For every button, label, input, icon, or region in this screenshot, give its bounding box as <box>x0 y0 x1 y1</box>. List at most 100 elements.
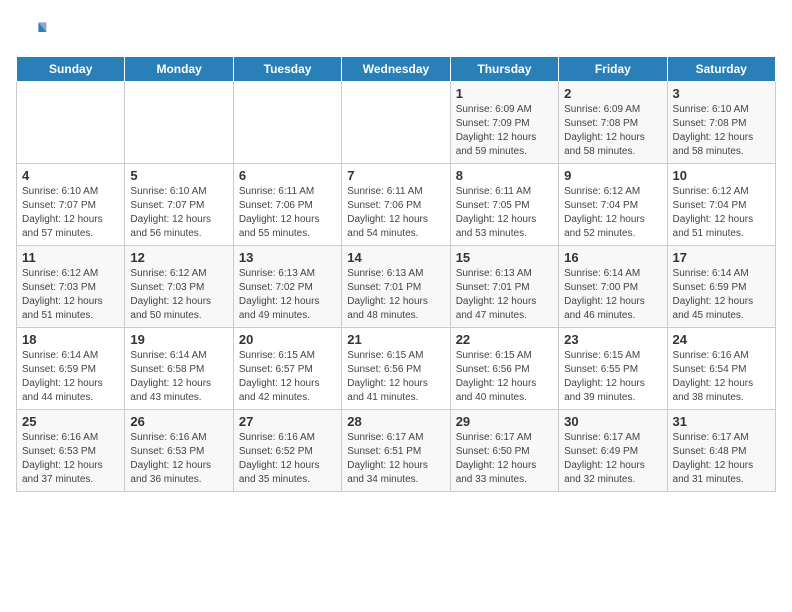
day-info: Sunrise: 6:12 AM Sunset: 7:03 PM Dayligh… <box>22 267 119 323</box>
calendar-cell: 11 Sunrise: 6:12 AM Sunset: 7:03 PM Dayli… <box>17 246 125 328</box>
calendar-cell <box>342 82 450 164</box>
day-number: 21 <box>347 332 444 347</box>
calendar-table: SundayMondayTuesdayWednesdayThursdayFrid… <box>16 56 776 492</box>
week-row-0: 1 Sunrise: 6:09 AM Sunset: 7:09 PM Daylig… <box>17 82 776 164</box>
day-number: 23 <box>564 332 661 347</box>
calendar-cell: 2 Sunrise: 6:09 AM Sunset: 7:08 PM Daylig… <box>559 82 667 164</box>
header-saturday: Saturday <box>667 57 775 82</box>
calendar-cell: 9 Sunrise: 6:12 AM Sunset: 7:04 PM Daylig… <box>559 164 667 246</box>
day-number: 10 <box>673 168 770 183</box>
day-number: 1 <box>456 86 553 101</box>
header-sunday: Sunday <box>17 57 125 82</box>
calendar-cell: 4 Sunrise: 6:10 AM Sunset: 7:07 PM Daylig… <box>17 164 125 246</box>
day-info: Sunrise: 6:12 AM Sunset: 7:04 PM Dayligh… <box>673 185 770 241</box>
header-thursday: Thursday <box>450 57 558 82</box>
calendar-cell: 7 Sunrise: 6:11 AM Sunset: 7:06 PM Daylig… <box>342 164 450 246</box>
header-monday: Monday <box>125 57 233 82</box>
day-number: 24 <box>673 332 770 347</box>
calendar-cell: 14 Sunrise: 6:13 AM Sunset: 7:01 PM Dayli… <box>342 246 450 328</box>
day-info: Sunrise: 6:17 AM Sunset: 6:48 PM Dayligh… <box>673 431 770 487</box>
header-tuesday: Tuesday <box>233 57 341 82</box>
day-info: Sunrise: 6:15 AM Sunset: 6:56 PM Dayligh… <box>347 349 444 405</box>
day-info: Sunrise: 6:15 AM Sunset: 6:55 PM Dayligh… <box>564 349 661 405</box>
calendar-cell: 28Sunrise: 6:17 AM Sunset: 6:51 PM Dayli… <box>342 410 450 492</box>
day-info: Sunrise: 6:09 AM Sunset: 7:08 PM Dayligh… <box>564 103 661 159</box>
day-info: Sunrise: 6:16 AM Sunset: 6:53 PM Dayligh… <box>22 431 119 487</box>
day-info: Sunrise: 6:14 AM Sunset: 6:59 PM Dayligh… <box>673 267 770 323</box>
day-info: Sunrise: 6:16 AM Sunset: 6:54 PM Dayligh… <box>673 349 770 405</box>
calendar-cell: 5 Sunrise: 6:10 AM Sunset: 7:07 PM Daylig… <box>125 164 233 246</box>
day-info: Sunrise: 6:14 AM Sunset: 6:59 PM Dayligh… <box>22 349 119 405</box>
calendar-cell <box>17 82 125 164</box>
day-info: Sunrise: 6:10 AM Sunset: 7:07 PM Dayligh… <box>130 185 227 241</box>
calendar-cell: 18 Sunrise: 6:14 AM Sunset: 6:59 PM Dayli… <box>17 328 125 410</box>
calendar-cell: 22Sunrise: 6:15 AM Sunset: 6:56 PM Dayli… <box>450 328 558 410</box>
day-info: Sunrise: 6:12 AM Sunset: 7:03 PM Dayligh… <box>130 267 227 323</box>
page-header <box>16 16 776 48</box>
day-number: 16 <box>564 250 661 265</box>
calendar-cell: 1 Sunrise: 6:09 AM Sunset: 7:09 PM Daylig… <box>450 82 558 164</box>
calendar-cell: 24 Sunrise: 6:16 AM Sunset: 6:54 PM Dayli… <box>667 328 775 410</box>
week-row-3: 18 Sunrise: 6:14 AM Sunset: 6:59 PM Dayli… <box>17 328 776 410</box>
day-info: Sunrise: 6:16 AM Sunset: 6:52 PM Dayligh… <box>239 431 336 487</box>
day-number: 2 <box>564 86 661 101</box>
week-row-4: 25 Sunrise: 6:16 AM Sunset: 6:53 PM Dayli… <box>17 410 776 492</box>
calendar-cell <box>233 82 341 164</box>
day-number: 12 <box>130 250 227 265</box>
day-info: Sunrise: 6:16 AM Sunset: 6:53 PM Dayligh… <box>130 431 227 487</box>
day-info: Sunrise: 6:17 AM Sunset: 6:49 PM Dayligh… <box>564 431 661 487</box>
calendar-cell: 21 Sunrise: 6:15 AM Sunset: 6:56 PM Dayli… <box>342 328 450 410</box>
calendar-cell: 17 Sunrise: 6:14 AM Sunset: 6:59 PM Dayli… <box>667 246 775 328</box>
day-number: 18 <box>22 332 119 347</box>
calendar-cell: 19 Sunrise: 6:14 AM Sunset: 6:58 PM Dayli… <box>125 328 233 410</box>
calendar-cell: 29Sunrise: 6:17 AM Sunset: 6:50 PM Dayli… <box>450 410 558 492</box>
day-info: Sunrise: 6:12 AM Sunset: 7:04 PM Dayligh… <box>564 185 661 241</box>
day-number: 25 <box>22 414 119 429</box>
day-number: 4 <box>22 168 119 183</box>
day-number: 11 <box>22 250 119 265</box>
logo-icon <box>16 16 48 48</box>
day-number: 28 <box>347 414 444 429</box>
header-wednesday: Wednesday <box>342 57 450 82</box>
day-info: Sunrise: 6:15 AM Sunset: 6:57 PM Dayligh… <box>239 349 336 405</box>
calendar-cell: 16 Sunrise: 6:14 AM Sunset: 7:00 PM Dayli… <box>559 246 667 328</box>
day-number: 9 <box>564 168 661 183</box>
day-number: 8 <box>456 168 553 183</box>
day-info: Sunrise: 6:13 AM Sunset: 7:02 PM Dayligh… <box>239 267 336 323</box>
day-info: Sunrise: 6:11 AM Sunset: 7:06 PM Dayligh… <box>347 185 444 241</box>
day-info: Sunrise: 6:13 AM Sunset: 7:01 PM Dayligh… <box>456 267 553 323</box>
calendar-cell: 15 Sunrise: 6:13 AM Sunset: 7:01 PM Dayli… <box>450 246 558 328</box>
calendar-cell: 8Sunrise: 6:11 AM Sunset: 7:05 PM Daylig… <box>450 164 558 246</box>
day-info: Sunrise: 6:10 AM Sunset: 7:08 PM Dayligh… <box>673 103 770 159</box>
calendar-cell: 31 Sunrise: 6:17 AM Sunset: 6:48 PM Dayli… <box>667 410 775 492</box>
day-number: 3 <box>673 86 770 101</box>
day-info: Sunrise: 6:14 AM Sunset: 7:00 PM Dayligh… <box>564 267 661 323</box>
calendar-header-row: SundayMondayTuesdayWednesdayThursdayFrid… <box>17 57 776 82</box>
day-info: Sunrise: 6:13 AM Sunset: 7:01 PM Dayligh… <box>347 267 444 323</box>
day-number: 5 <box>130 168 227 183</box>
calendar-cell: 6Sunrise: 6:11 AM Sunset: 7:06 PM Daylig… <box>233 164 341 246</box>
calendar-cell: 10 Sunrise: 6:12 AM Sunset: 7:04 PM Dayli… <box>667 164 775 246</box>
day-number: 17 <box>673 250 770 265</box>
day-number: 29 <box>456 414 553 429</box>
calendar-cell: 27 Sunrise: 6:16 AM Sunset: 6:52 PM Dayli… <box>233 410 341 492</box>
day-number: 19 <box>130 332 227 347</box>
day-number: 15 <box>456 250 553 265</box>
calendar-cell: 3 Sunrise: 6:10 AM Sunset: 7:08 PM Daylig… <box>667 82 775 164</box>
week-row-1: 4 Sunrise: 6:10 AM Sunset: 7:07 PM Daylig… <box>17 164 776 246</box>
day-number: 7 <box>347 168 444 183</box>
day-info: Sunrise: 6:14 AM Sunset: 6:58 PM Dayligh… <box>130 349 227 405</box>
day-number: 26 <box>130 414 227 429</box>
day-info: Sunrise: 6:09 AM Sunset: 7:09 PM Dayligh… <box>456 103 553 159</box>
day-number: 27 <box>239 414 336 429</box>
calendar-cell: 13 Sunrise: 6:13 AM Sunset: 7:02 PM Dayli… <box>233 246 341 328</box>
day-number: 13 <box>239 250 336 265</box>
day-number: 31 <box>673 414 770 429</box>
logo <box>16 16 52 48</box>
day-info: Sunrise: 6:10 AM Sunset: 7:07 PM Dayligh… <box>22 185 119 241</box>
day-number: 20 <box>239 332 336 347</box>
calendar-cell: 25 Sunrise: 6:16 AM Sunset: 6:53 PM Dayli… <box>17 410 125 492</box>
day-number: 14 <box>347 250 444 265</box>
header-friday: Friday <box>559 57 667 82</box>
calendar-cell: 26 Sunrise: 6:16 AM Sunset: 6:53 PM Dayli… <box>125 410 233 492</box>
